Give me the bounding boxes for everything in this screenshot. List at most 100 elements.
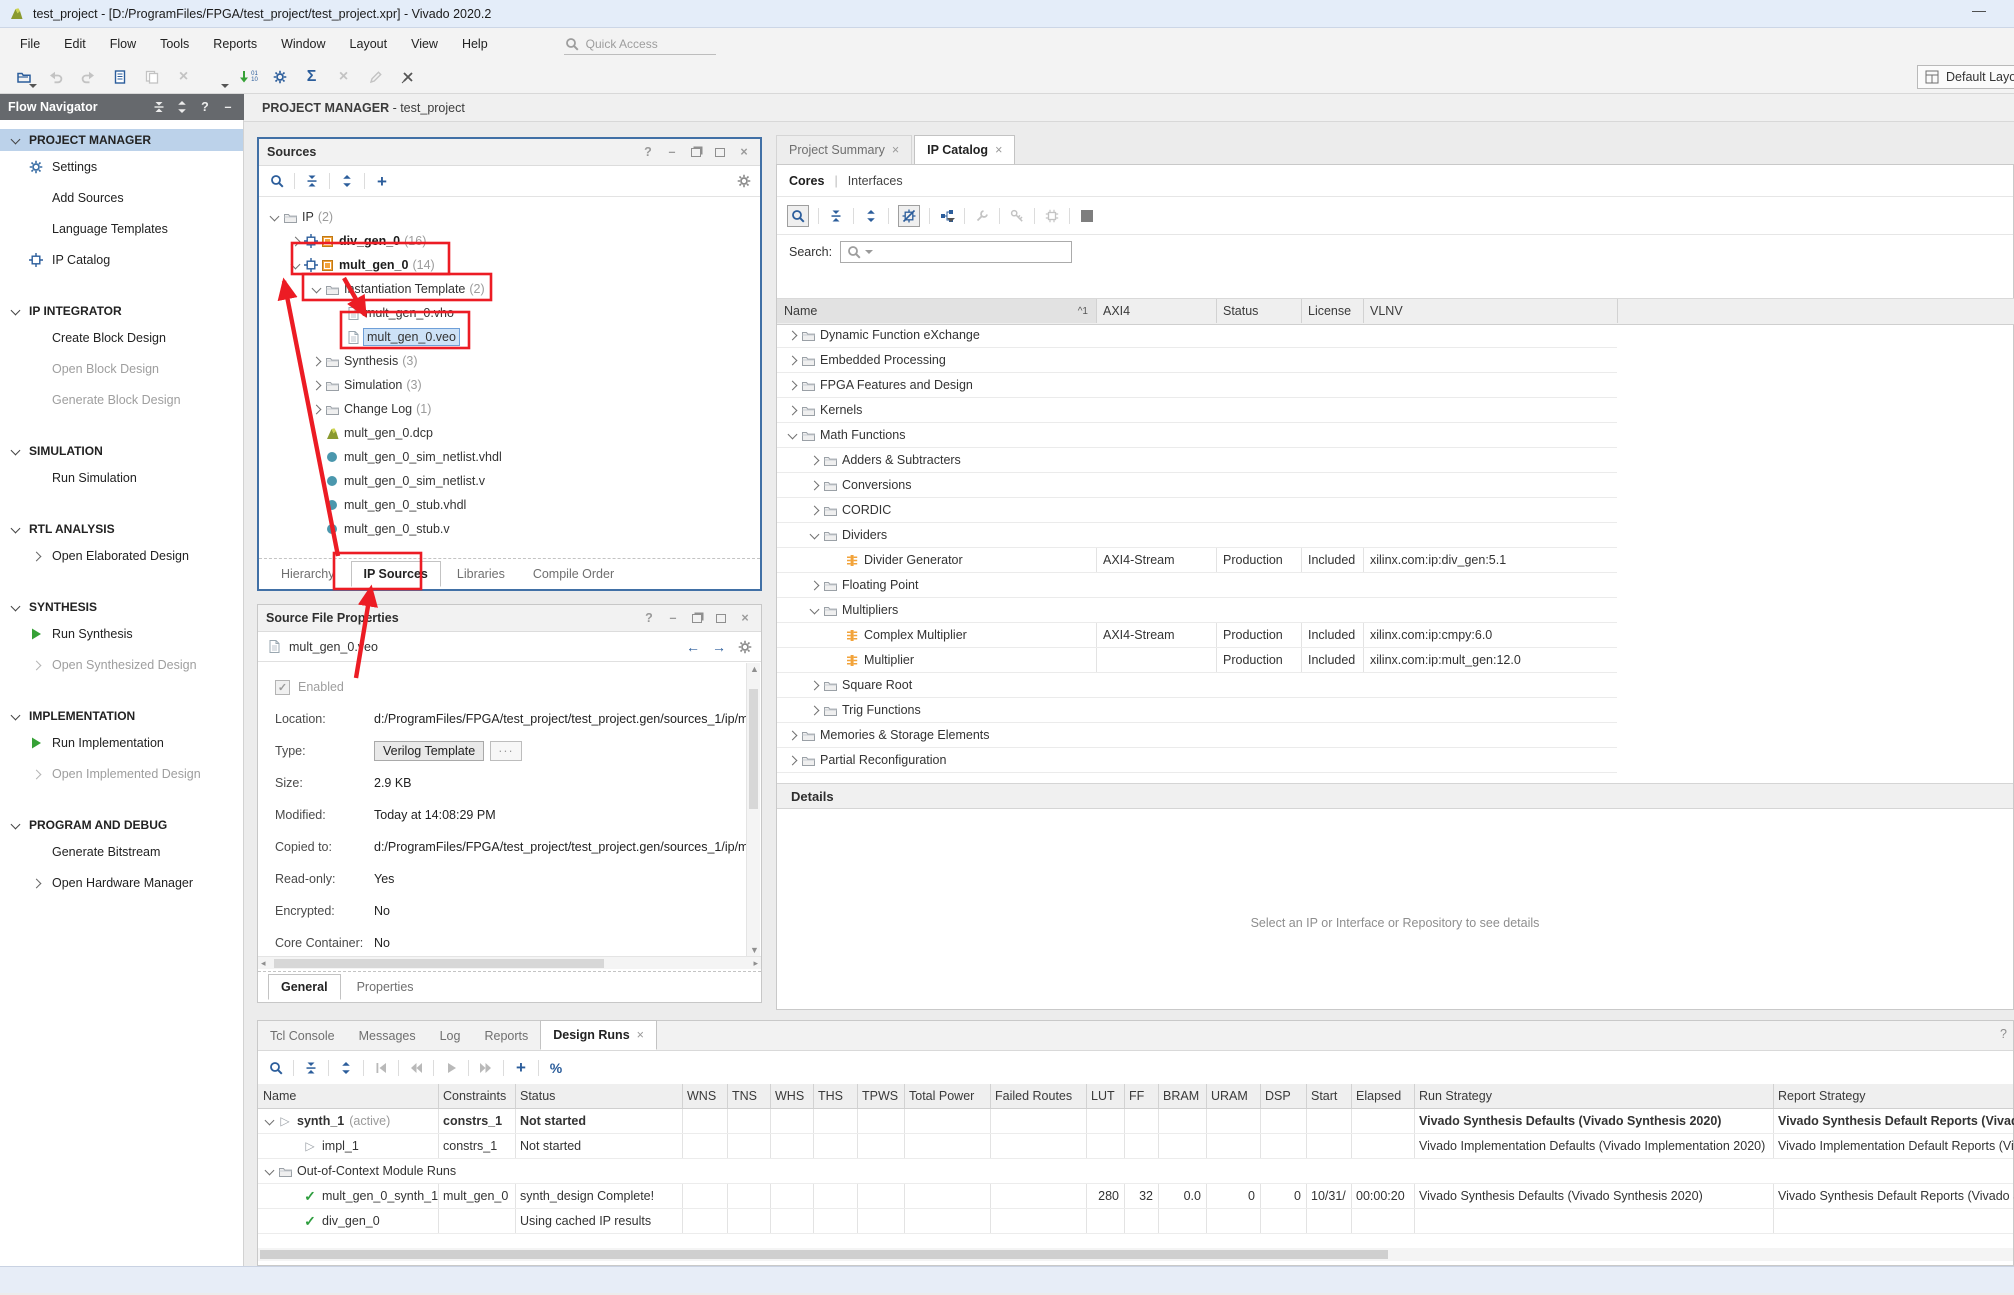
nav-item-open-block-design[interactable]: Open Block Design [0,353,243,384]
ip-row-multiplier[interactable]: Multiplier Production Included xilinx.co… [777,648,1617,673]
close-icon[interactable]: × [637,1028,644,1042]
sources-panel-header[interactable]: Sources ?–× [259,139,760,166]
minimize-icon[interactable]: – [220,99,236,115]
save-doc-button[interactable] [106,64,133,90]
dock-collapse-icon[interactable] [151,99,167,115]
back-arrow-icon[interactable]: ← [685,639,701,655]
nav-item-open-implemented-design[interactable]: Open Implemented Design [0,758,243,789]
step-back-button[interactable] [408,1060,424,1076]
column-header-run-strategy[interactable]: Run Strategy [1414,1084,1773,1108]
ip-row-dynamic-function-exchange[interactable]: Dynamic Function eXchange [777,323,1617,348]
search-icon[interactable] [269,173,285,189]
chevron-right-icon[interactable] [785,752,800,768]
run-row-out-of-context-module-runs[interactable]: Out-of-Context Module Runs [258,1159,2013,1184]
nav-item-settings[interactable]: Settings [0,151,243,182]
nav-section-header-project-manager[interactable]: PROJECT MANAGER [0,129,243,151]
percent-button[interactable]: % [548,1060,564,1076]
ip-row-partial-reconfiguration[interactable]: Partial Reconfiguration [777,748,1617,773]
help-icon[interactable]: ? [641,610,657,626]
tree-item-mult-gen-0-stub-v[interactable]: mult_gen_0_stub.v [259,517,760,541]
column-header-total-power[interactable]: Total Power [904,1084,990,1108]
column-header-ths[interactable]: THS [813,1084,857,1108]
filter-ip-button[interactable] [898,205,920,227]
undo-button[interactable] [42,64,69,90]
float-icon[interactable] [689,610,705,626]
column-header-dsp[interactable]: DSP [1260,1084,1306,1108]
step-forward-button[interactable] [478,1060,494,1076]
expand-all-icon[interactable] [174,99,190,115]
tab-general[interactable]: General [268,974,341,1000]
ip-row-memories-storage-elements[interactable]: Memories & Storage Elements [777,723,1617,748]
tab-design-runs[interactable]: Design Runs× [540,1020,657,1050]
tree-item-simulation[interactable]: Simulation (3) [259,373,760,397]
run-row-mult-gen-0-synth-1[interactable]: ✓mult_gen_0_synth_1mult_gen_0synth_desig… [258,1184,2013,1209]
redo-button[interactable] [74,64,101,90]
chevron-right-icon[interactable] [309,401,324,417]
play-button[interactable] [443,1060,459,1076]
collapse-all-button[interactable] [828,208,844,224]
step-into-button[interactable]: 0110 [234,64,261,90]
chevron-right-icon[interactable] [807,477,822,493]
open-project-button[interactable] [10,64,37,90]
chevron-right-icon[interactable] [785,352,800,368]
menu-reports[interactable]: Reports [201,32,269,56]
chevron-down-icon[interactable] [807,527,822,543]
tab-properties[interactable]: Properties [345,975,426,999]
maximize-icon[interactable] [713,610,729,626]
ip-row-embedded-processing[interactable]: Embedded Processing [777,348,1617,373]
collapse-all-button[interactable] [303,1060,319,1076]
menu-tools[interactable]: Tools [148,32,201,56]
close-icon[interactable]: × [995,143,1002,157]
ip-row-math-functions[interactable]: Math Functions [777,423,1617,448]
help-icon[interactable]: ? [197,99,213,115]
column-header-name[interactable]: Name [258,1084,438,1108]
chevron-down-icon[interactable] [262,1113,277,1129]
column-header-bram[interactable]: BRAM [1158,1084,1206,1108]
wrench-button[interactable] [974,208,990,224]
chevron-down-icon[interactable] [785,427,800,443]
horizontal-scrollbar[interactable] [258,1248,2013,1261]
info-dark-button[interactable] [1079,208,1095,224]
chevron-down-icon[interactable] [309,281,324,297]
chevron-down-icon[interactable] [807,602,822,618]
ip-row-trig-functions[interactable]: Trig Functions [777,698,1617,723]
chevron-right-icon[interactable] [785,727,800,743]
nav-item-run-simulation[interactable]: Run Simulation [0,462,243,493]
menu-file[interactable]: File [8,32,52,56]
column-header-elapsed[interactable]: Elapsed [1351,1084,1414,1108]
run-green-button[interactable] [202,64,229,90]
help-icon[interactable]: ? [2000,1027,2007,1041]
nav-item-language-templates[interactable]: Language Templates [0,213,243,244]
delete-x-button[interactable]: × [170,64,197,90]
tree-item-mult-gen-0-dcp[interactable]: mult_gen_0.dcp [259,421,760,445]
tree-item-mult-gen-0-stub-vhdl[interactable]: mult_gen_0_stub.vhdl [259,493,760,517]
nav-item-add-sources[interactable]: Add Sources [0,182,243,213]
tab-hierarchy[interactable]: Hierarchy [269,562,347,586]
column-header-vlnv[interactable]: VLNV [1363,299,1617,323]
tree-item-ip[interactable]: IP (2) [259,205,760,229]
chevron-right-icon[interactable] [28,766,44,782]
chevron-down-icon[interactable] [288,257,303,273]
minimize-icon[interactable]: – [664,144,680,160]
tab-compile-order[interactable]: Compile Order [521,562,626,586]
column-header-ff[interactable]: FF [1124,1084,1158,1108]
nav-item-open-elaborated-design[interactable]: Open Elaborated Design [0,540,243,571]
tree-item-instantiation-template[interactable]: Instantiation Template (2) [259,277,760,301]
minimize-window-button[interactable]: — [1972,2,1986,18]
tree-item-mult-gen-0-veo[interactable]: mult_gen_0.veo [259,325,760,349]
forward-arrow-icon[interactable]: → [711,639,727,655]
chevron-right-icon[interactable] [28,657,44,673]
minimize-icon[interactable]: – [665,610,681,626]
float-icon[interactable] [688,144,704,160]
chevron-right-icon[interactable] [807,577,822,593]
nav-section-header-program-and-debug[interactable]: PROGRAM AND DEBUG [0,814,243,836]
run-row-div-gen-0[interactable]: ✓div_gen_0Using cached IP results [258,1209,2013,1234]
chevron-right-icon[interactable] [288,233,303,249]
column-header-status[interactable]: Status [1216,299,1301,323]
expand-all-icon[interactable] [339,173,355,189]
cancel-x-button[interactable] [394,64,421,90]
ip-row-square-root[interactable]: Square Root [777,673,1617,698]
tab-project-summary[interactable]: Project Summary× [776,135,912,165]
settings-gear-icon[interactable] [736,173,752,189]
add-icon[interactable]: + [374,173,390,189]
